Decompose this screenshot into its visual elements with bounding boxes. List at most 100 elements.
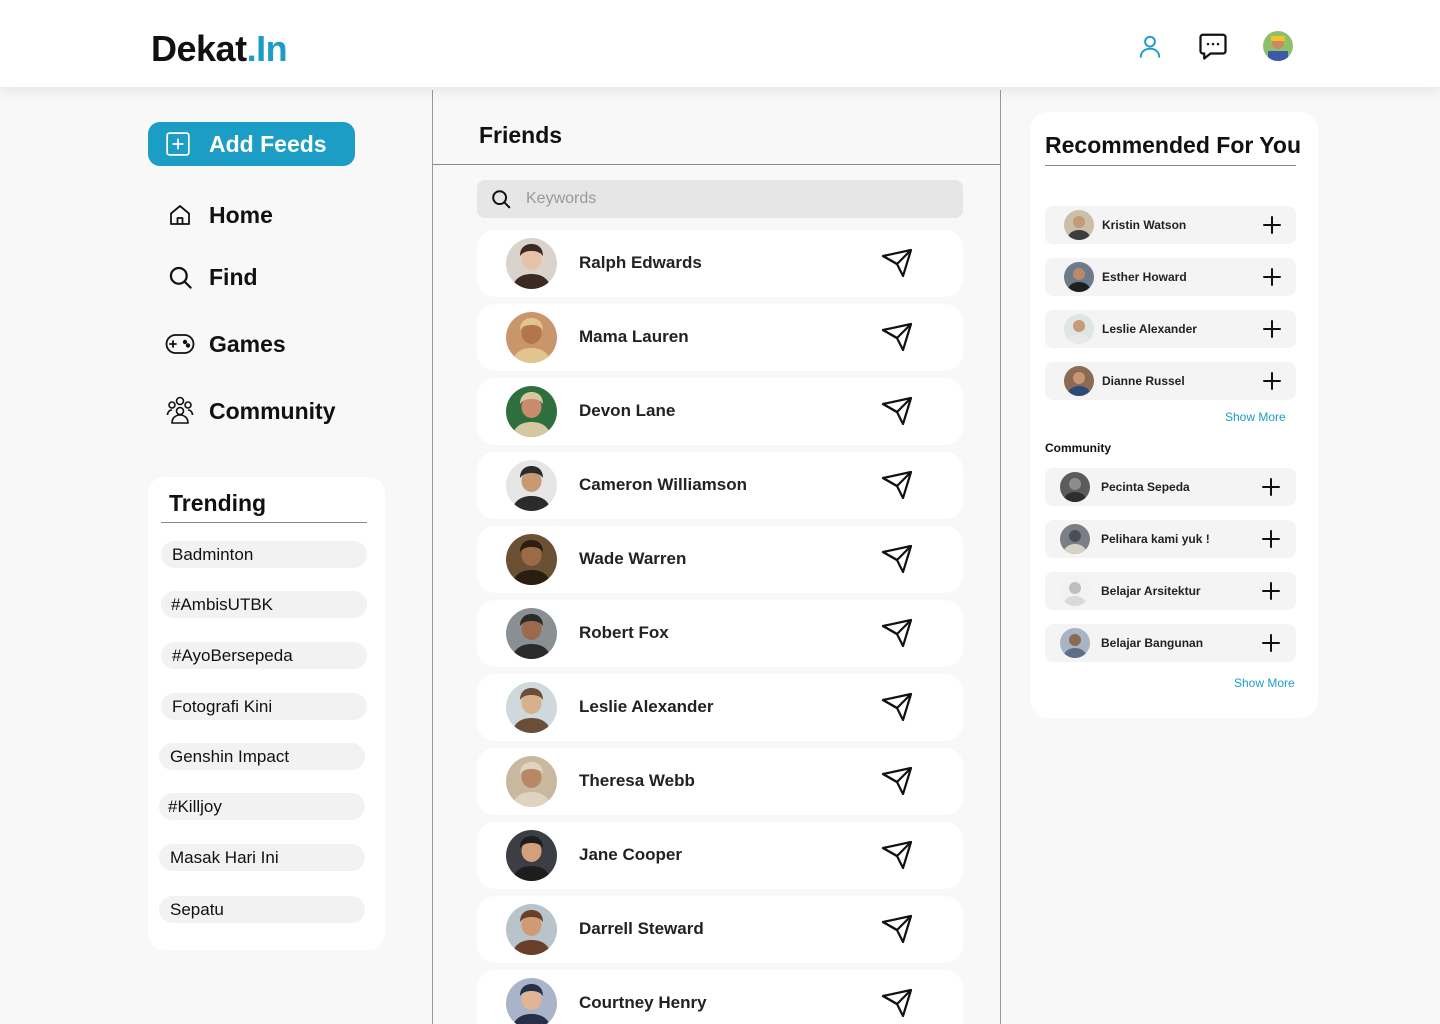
nav-find-label: Find xyxy=(209,263,258,290)
send-message-icon[interactable] xyxy=(881,470,913,500)
friend-row[interactable]: Courtney Henry xyxy=(477,970,963,1024)
friend-name: Jane Cooper xyxy=(579,845,682,864)
friend-avatar[interactable] xyxy=(506,978,557,1024)
community-avatar[interactable] xyxy=(1060,524,1090,554)
community-avatar[interactable] xyxy=(1060,628,1090,658)
send-message-icon[interactable] xyxy=(881,766,913,796)
recommended-community-row[interactable]: Pecinta Sepeda xyxy=(1045,468,1296,506)
send-message-icon[interactable] xyxy=(881,692,913,722)
send-message-icon[interactable] xyxy=(881,840,913,870)
recommended-community-row[interactable]: Pelihara kami yuk ! xyxy=(1045,520,1296,558)
friend-row[interactable]: Darrell Steward xyxy=(477,896,963,963)
person-avatar[interactable] xyxy=(1064,262,1094,292)
friend-avatar[interactable] xyxy=(506,830,557,881)
person-name: Leslie Alexander xyxy=(1102,322,1197,336)
nav-find[interactable]: Find xyxy=(165,262,258,292)
friend-avatar[interactable] xyxy=(506,460,557,511)
add-friend-icon[interactable] xyxy=(1262,267,1282,287)
friend-row[interactable]: Jane Cooper xyxy=(477,822,963,889)
recommended-community-row[interactable]: Belajar Bangunan xyxy=(1045,624,1296,662)
friend-name: Ralph Edwards xyxy=(579,253,702,272)
send-message-icon[interactable] xyxy=(881,988,913,1018)
nav-home-label: Home xyxy=(209,201,273,228)
friend-avatar[interactable] xyxy=(506,608,557,659)
trending-tag[interactable]: #AmbisUTBK xyxy=(161,591,367,618)
recommended-person-row[interactable]: Dianne Russel xyxy=(1045,362,1296,400)
send-message-icon[interactable] xyxy=(881,544,913,574)
divider xyxy=(433,164,1001,165)
show-more-communities-link[interactable]: Show More xyxy=(1234,676,1295,690)
join-community-icon[interactable] xyxy=(1261,633,1281,653)
trending-tag[interactable]: #Killjoy xyxy=(159,793,365,820)
logo-accent: .In xyxy=(246,28,288,69)
chat-icon[interactable] xyxy=(1197,30,1229,62)
send-message-icon[interactable] xyxy=(881,248,913,278)
search-bar[interactable] xyxy=(477,180,963,218)
user-icon[interactable] xyxy=(1134,30,1166,62)
friends-column: Friends Ralph Edwards Mama Lauren Devon La… xyxy=(432,90,1001,1024)
friend-avatar[interactable] xyxy=(506,904,557,955)
add-friend-icon[interactable] xyxy=(1262,319,1282,339)
recommended-person-row[interactable]: Esther Howard xyxy=(1045,258,1296,296)
profile-avatar[interactable] xyxy=(1263,31,1293,61)
gamepad-icon xyxy=(165,329,195,359)
recommended-person-row[interactable]: Leslie Alexander xyxy=(1045,310,1296,348)
friend-avatar[interactable] xyxy=(506,238,557,289)
friends-title: Friends xyxy=(479,122,563,148)
search-icon xyxy=(492,190,511,209)
nav-community[interactable]: Community xyxy=(165,396,336,426)
friend-name: Theresa Webb xyxy=(579,771,695,790)
community-name: Pecinta Sepeda xyxy=(1101,480,1190,494)
person-avatar[interactable] xyxy=(1064,366,1094,396)
recommended-person-row[interactable]: Kristin Watson xyxy=(1045,206,1296,244)
friend-row[interactable]: Leslie Alexander xyxy=(477,674,963,741)
community-name: Belajar Bangunan xyxy=(1101,636,1204,650)
trending-tag[interactable]: Sepatu xyxy=(159,896,365,923)
home-icon xyxy=(165,200,195,230)
trending-tag[interactable]: Masak Hari Ini xyxy=(159,844,365,871)
friend-avatar[interactable] xyxy=(506,312,557,363)
trending-tag[interactable]: Genshin Impact xyxy=(159,743,365,770)
add-friend-icon[interactable] xyxy=(1262,215,1282,235)
friend-avatar[interactable] xyxy=(506,534,557,585)
friend-name: Courtney Henry xyxy=(579,993,707,1012)
logo-main: Dekat xyxy=(151,28,247,69)
divider xyxy=(1045,165,1296,166)
trending-panel: Trending Badminton #AmbisUTBK #AyoBersep… xyxy=(148,477,385,950)
friend-avatar[interactable] xyxy=(506,386,557,437)
friend-row[interactable]: Ralph Edwards xyxy=(477,230,963,297)
nav-games[interactable]: Games xyxy=(165,329,286,359)
friend-avatar[interactable] xyxy=(506,682,557,733)
trending-tag[interactable]: #AyoBersepeda xyxy=(161,642,367,669)
app-logo[interactable]: Dekat.In xyxy=(151,28,288,70)
person-avatar[interactable] xyxy=(1064,210,1094,240)
friend-row[interactable]: Robert Fox xyxy=(477,600,963,667)
add-feeds-label: Add Feeds xyxy=(209,130,327,157)
friend-row[interactable]: Cameron Williamson xyxy=(477,452,963,519)
community-avatar[interactable] xyxy=(1060,576,1090,606)
friend-name: Robert Fox xyxy=(579,623,669,642)
friend-row[interactable]: Theresa Webb xyxy=(477,748,963,815)
send-message-icon[interactable] xyxy=(881,914,913,944)
trending-tag[interactable]: Badminton xyxy=(161,541,367,568)
send-message-icon[interactable] xyxy=(881,618,913,648)
friend-row[interactable]: Wade Warren xyxy=(477,526,963,593)
search-input[interactable] xyxy=(526,190,926,208)
trending-tag[interactable]: Fotografi Kini xyxy=(161,693,367,720)
join-community-icon[interactable] xyxy=(1261,529,1281,549)
friend-row[interactable]: Mama Lauren xyxy=(477,304,963,371)
friend-avatar[interactable] xyxy=(506,756,557,807)
send-message-icon[interactable] xyxy=(881,396,913,426)
show-more-people-link[interactable]: Show More xyxy=(1225,410,1286,424)
friend-row[interactable]: Devon Lane xyxy=(477,378,963,445)
add-friend-icon[interactable] xyxy=(1262,371,1282,391)
recommended-panel: Recommended For You Kristin Watson Esther… xyxy=(1030,112,1318,718)
recommended-community-row[interactable]: Belajar Arsitektur xyxy=(1045,572,1296,610)
nav-home[interactable]: Home xyxy=(165,200,273,230)
person-avatar[interactable] xyxy=(1064,314,1094,344)
join-community-icon[interactable] xyxy=(1261,581,1281,601)
add-feeds-button[interactable]: Add Feeds xyxy=(148,122,355,166)
send-message-icon[interactable] xyxy=(881,322,913,352)
community-avatar[interactable] xyxy=(1060,472,1090,502)
join-community-icon[interactable] xyxy=(1261,477,1281,497)
